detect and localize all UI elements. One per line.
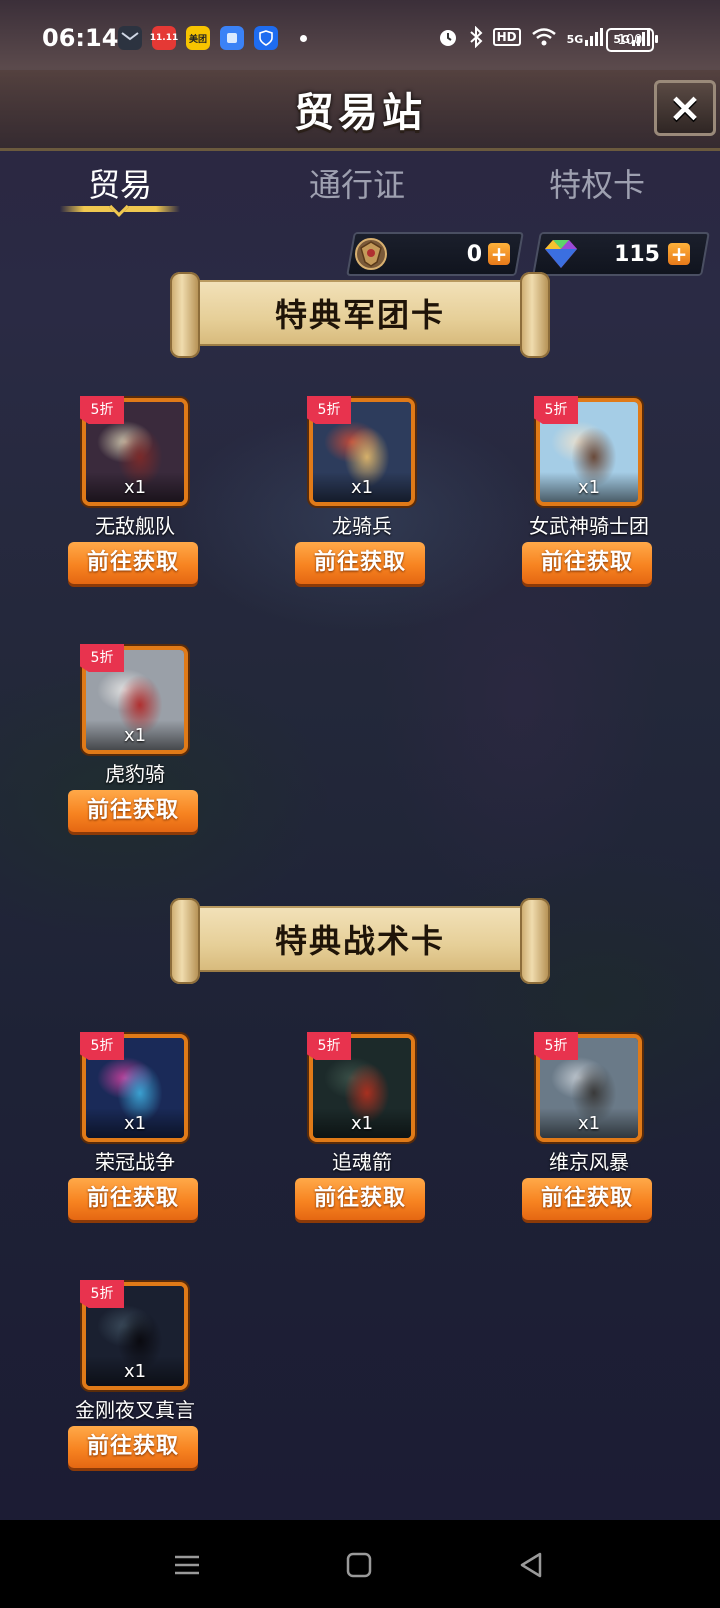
card-item: x1 5折 维京风暴 前往获取 (522, 1032, 662, 1234)
back-icon[interactable] (516, 1550, 546, 1580)
app-blue-icon (220, 26, 244, 50)
add-medal-button[interactable]: + (488, 243, 510, 265)
card-name: 追魂箭 (332, 1150, 392, 1174)
discount-badge: 5折 (534, 396, 578, 424)
card-name: 金刚夜叉真言 (75, 1398, 195, 1422)
card-name: 荣冠战争 (95, 1150, 175, 1174)
go-get-button[interactable]: 前往获取 (68, 1178, 198, 1220)
card-name: 女武神骑士团 (529, 514, 649, 538)
go-get-button[interactable]: 前往获取 (295, 1178, 425, 1220)
menu-icon[interactable] (172, 1550, 202, 1580)
discount-badge: 5折 (534, 1032, 578, 1060)
status-bar: 06:14 11.11 美团 HD 5G 5G 100 (0, 0, 720, 70)
wifi-icon (531, 28, 556, 46)
card-name: 无敌舰队 (95, 514, 175, 538)
diamond-gem-icon (540, 233, 582, 275)
discount-badge: 5折 (80, 1032, 124, 1060)
currency-diamond: 115 + (540, 232, 710, 276)
home-icon[interactable] (344, 1550, 374, 1580)
card-item: x1 5折 荣冠战争 前往获取 (68, 1032, 208, 1234)
section-banner-legion-cards: 特典军团卡 (170, 272, 550, 358)
card-item: x1 5折 龙骑兵 前往获取 (295, 396, 435, 598)
go-get-button[interactable]: 前往获取 (522, 1178, 652, 1220)
battery-icon: 100 (606, 28, 658, 52)
discount-badge: 5折 (80, 1280, 124, 1308)
card-item: x1 5折 金刚夜叉真言 前往获取 (68, 1280, 208, 1482)
alarm-icon (439, 30, 456, 46)
discount-badge: 5折 (307, 396, 351, 424)
card-quantity: x1 (123, 1113, 147, 1134)
add-diamond-button[interactable]: + (668, 243, 690, 265)
card-item: x1 5折 无敌舰队 前往获取 (68, 396, 208, 598)
card-name: 虎豹骑 (105, 762, 165, 786)
discount-badge: 5折 (80, 644, 124, 672)
card-quantity: x1 (577, 1113, 601, 1134)
section-banner-tactic-cards: 特典战术卡 (170, 898, 550, 984)
shopping-app-icon: 11.11 (150, 26, 178, 50)
close-icon: × (668, 85, 702, 131)
close-button[interactable]: × (654, 80, 716, 136)
5g-signal-icon: 5G (567, 28, 604, 46)
meituan-icon: 美团 (186, 26, 210, 50)
shield-app-icon (254, 26, 278, 50)
currency-medal: 0 + (350, 232, 520, 276)
diamond-count: 115 (614, 241, 660, 267)
card-quantity: x1 (350, 1113, 374, 1134)
card-name: 龙骑兵 (332, 514, 392, 538)
page-title: 贸易站 (294, 90, 426, 136)
tab-pass[interactable]: 通行证 (257, 160, 457, 206)
section-title: 特典战术卡 (274, 922, 445, 960)
go-get-button[interactable]: 前往获取 (522, 542, 652, 584)
tab-privilege-card[interactable]: 特权卡 (497, 160, 697, 206)
discount-badge: 5折 (80, 396, 124, 424)
card-quantity: x1 (123, 477, 147, 498)
card-quantity: x1 (350, 477, 374, 498)
hd-icon: HD (492, 28, 521, 46)
card-quantity: x1 (123, 725, 147, 746)
discount-badge: 5折 (307, 1032, 351, 1060)
medal-count: 0 (466, 241, 482, 267)
card-item: x1 5折 女武神骑士团 前往获取 (522, 396, 662, 598)
card-item: x1 5折 追魂箭 前往获取 (295, 1032, 435, 1234)
go-get-button[interactable]: 前往获取 (68, 1426, 198, 1468)
card-quantity: x1 (577, 477, 601, 498)
status-time: 06:14 (42, 24, 119, 52)
card-quantity: x1 (123, 1361, 147, 1382)
more-notifications-dot (300, 34, 307, 42)
card-name: 维京风暴 (549, 1150, 629, 1174)
section-title: 特典军团卡 (274, 296, 445, 334)
go-get-button[interactable]: 前往获取 (295, 542, 425, 584)
system-nav-bar (0, 1520, 720, 1608)
message-icon (118, 26, 142, 50)
go-get-button[interactable]: 前往获取 (68, 790, 198, 832)
bluetooth-icon (469, 26, 483, 48)
crest-medal-icon (350, 233, 392, 275)
notification-apps: 11.11 美团 (118, 26, 307, 50)
card-item: x1 5折 虎豹骑 前往获取 (68, 644, 208, 846)
go-get-button[interactable]: 前往获取 (68, 542, 198, 584)
